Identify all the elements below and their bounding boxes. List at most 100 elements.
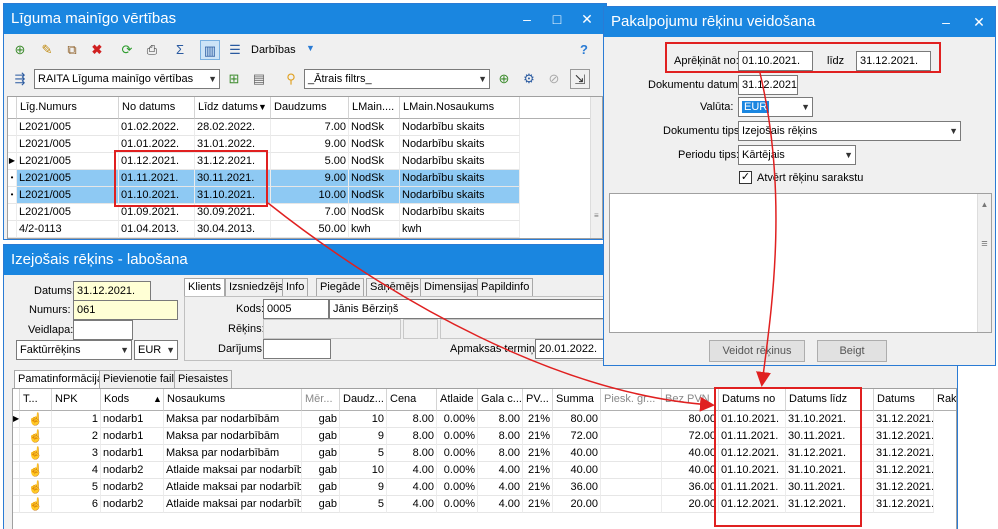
vertical-scrollbar[interactable]: ≡	[590, 97, 602, 238]
kods-field[interactable]: 0005	[263, 299, 329, 319]
table-cell[interactable]: 7.00	[271, 119, 349, 136]
table-cell[interactable]: 0.00%	[437, 479, 478, 496]
table-cell[interactable]: 31.01.2022.	[195, 136, 271, 153]
tab-piegade[interactable]: Piegāde	[316, 278, 365, 296]
actions-menu[interactable]: Darbības	[251, 44, 296, 56]
column-header[interactable]: LMain.Nosaukums	[400, 97, 520, 119]
log-textarea[interactable]: ▲ ≡	[609, 193, 992, 333]
table-cell[interactable]: nodarb2	[101, 496, 164, 513]
table-cell[interactable]: Nodarbību skaits	[400, 136, 520, 153]
table-cell[interactable]: NodSk	[349, 204, 400, 221]
column-header[interactable]: Cena	[387, 389, 437, 411]
table-cell[interactable]: 50.00	[271, 221, 349, 238]
close-icon[interactable]: ✕	[572, 4, 602, 34]
catalog-list-icon[interactable]: ▤	[249, 69, 269, 89]
column-header[interactable]: Nosaukums	[164, 389, 302, 411]
tab-info[interactable]: Info	[282, 278, 309, 296]
numurs-field[interactable]: 061	[73, 300, 178, 320]
table-cell[interactable]: 5	[52, 479, 101, 496]
table-cell[interactable]: 3	[52, 445, 101, 462]
table-cell[interactable]: NodSk	[349, 187, 400, 204]
table-cell[interactable]	[601, 496, 662, 513]
table-cell[interactable]: 80.00	[553, 411, 601, 428]
pointer-hand-icon[interactable]: ☝	[20, 479, 52, 496]
table-cell[interactable]: 28.02.2022.	[195, 119, 271, 136]
column-header[interactable]: T...	[20, 389, 52, 411]
table-cell[interactable]: Atlaide maksai par nodarbībām	[164, 462, 302, 479]
minimize-icon[interactable]: –	[512, 4, 542, 34]
table-cell[interactable]: 31.10.2021.	[786, 462, 874, 479]
table-cell[interactable]: 30.11.2021.	[786, 428, 874, 445]
table-cell[interactable]: L2021/005	[17, 136, 119, 153]
table-cell[interactable]: L2021/005	[17, 187, 119, 204]
doc-date-field[interactable]: 31.12.2021.	[738, 75, 798, 95]
table-cell[interactable]: 30.04.2013.	[195, 221, 271, 238]
table-cell[interactable]: kwh	[400, 221, 520, 238]
table-cell[interactable]: 36.00	[662, 479, 719, 496]
table-cell[interactable]: kwh	[349, 221, 400, 238]
copy-icon[interactable]: ⧉	[62, 40, 82, 60]
table-cell[interactable]: Nodarbību skaits	[400, 204, 520, 221]
table-cell[interactable]: 9.00	[271, 170, 349, 187]
pointer-hand-icon[interactable]: ☝	[20, 462, 52, 479]
table-cell[interactable]: Nodarbību skaits	[400, 187, 520, 204]
table-cell[interactable]: gab	[302, 462, 340, 479]
sum-icon[interactable]: Σ	[170, 40, 190, 60]
table-cell[interactable]: 4.00	[387, 479, 437, 496]
table-cell[interactable]: Nodarbību skaits	[400, 170, 520, 187]
add-filter-icon[interactable]: ⊕	[494, 69, 514, 89]
table-cell[interactable]: 31.12.2021.	[786, 496, 874, 513]
table-cell[interactable]: 4.00	[387, 462, 437, 479]
row-indicator[interactable]	[13, 428, 20, 445]
table-cell[interactable]: 4/2-0113	[17, 221, 119, 238]
table-cell[interactable]: 5.00	[271, 153, 349, 170]
apmaksas-field[interactable]: 20.01.2022.	[535, 339, 604, 359]
table-cell[interactable]: 01.02.2022.	[119, 119, 195, 136]
table-cell[interactable]: 31.10.2021.	[786, 411, 874, 428]
table-cell[interactable]: 4.00	[387, 496, 437, 513]
add-catalog-icon[interactable]: ⊞	[224, 69, 244, 89]
table-cell[interactable]: nodarb1	[101, 411, 164, 428]
maximize-icon[interactable]: □	[542, 4, 572, 34]
table-cell[interactable]: 01.10.2021.	[719, 411, 786, 428]
table-cell[interactable]: Nodarbību skaits	[400, 119, 520, 136]
tab-klients[interactable]: Klients	[184, 278, 226, 296]
table-cell[interactable]: NodSk	[349, 153, 400, 170]
table-cell[interactable]: 4.00	[478, 462, 523, 479]
table-cell[interactable]: Maksa par nodarbībām	[164, 445, 302, 462]
table-cell[interactable]: 80.00	[662, 411, 719, 428]
quick-filter-select[interactable]: _Ātrais filtrs_ ▼	[304, 69, 490, 89]
table-cell[interactable]	[601, 411, 662, 428]
table-cell[interactable]: nodarb2	[101, 479, 164, 496]
table-cell[interactable]: nodarb1	[101, 428, 164, 445]
client-name-field[interactable]: Jānis Bērziņš	[329, 299, 604, 319]
table-cell[interactable]: nodarb1	[101, 445, 164, 462]
table-cell[interactable]: 31.12.2021.	[874, 496, 934, 513]
table-cell[interactable]: 20.00	[662, 496, 719, 513]
close-button[interactable]: Beigt	[817, 340, 887, 362]
table-cell[interactable]: gab	[302, 479, 340, 496]
table-cell[interactable]	[601, 445, 662, 462]
table-cell[interactable]: 31.12.2021.	[874, 462, 934, 479]
column-header[interactable]: NPK	[52, 389, 101, 411]
table-cell[interactable]: 21%	[523, 411, 553, 428]
refresh-icon[interactable]: ⟳	[117, 40, 137, 60]
table-cell[interactable]: 30.11.2021.	[195, 170, 271, 187]
row-indicator[interactable]: ▶	[13, 411, 20, 428]
print-icon[interactable]: ⎙	[142, 40, 162, 60]
table-cell[interactable]: 31.12.2021.	[874, 411, 934, 428]
datums-field[interactable]: 31.12.2021.	[73, 281, 151, 301]
textarea-scrollbar[interactable]: ▲ ≡	[977, 194, 991, 332]
table-cell[interactable]: 0.00%	[437, 462, 478, 479]
period-type-select[interactable]: Kārtējais ▼	[738, 145, 856, 165]
table-cell[interactable]: 21%	[523, 479, 553, 496]
clear-filter-icon[interactable]: ⊘	[544, 69, 564, 89]
table-cell[interactable]	[601, 479, 662, 496]
table-cell[interactable]: 31.12.2021.	[195, 153, 271, 170]
row-indicator[interactable]: •	[8, 170, 17, 187]
table-cell[interactable]: 31.12.2021.	[874, 479, 934, 496]
table-cell[interactable]: NodSk	[349, 170, 400, 187]
table-cell[interactable]: 4.00	[478, 496, 523, 513]
row-indicator[interactable]	[8, 136, 17, 153]
pointer-hand-icon[interactable]: ☝	[20, 411, 52, 428]
